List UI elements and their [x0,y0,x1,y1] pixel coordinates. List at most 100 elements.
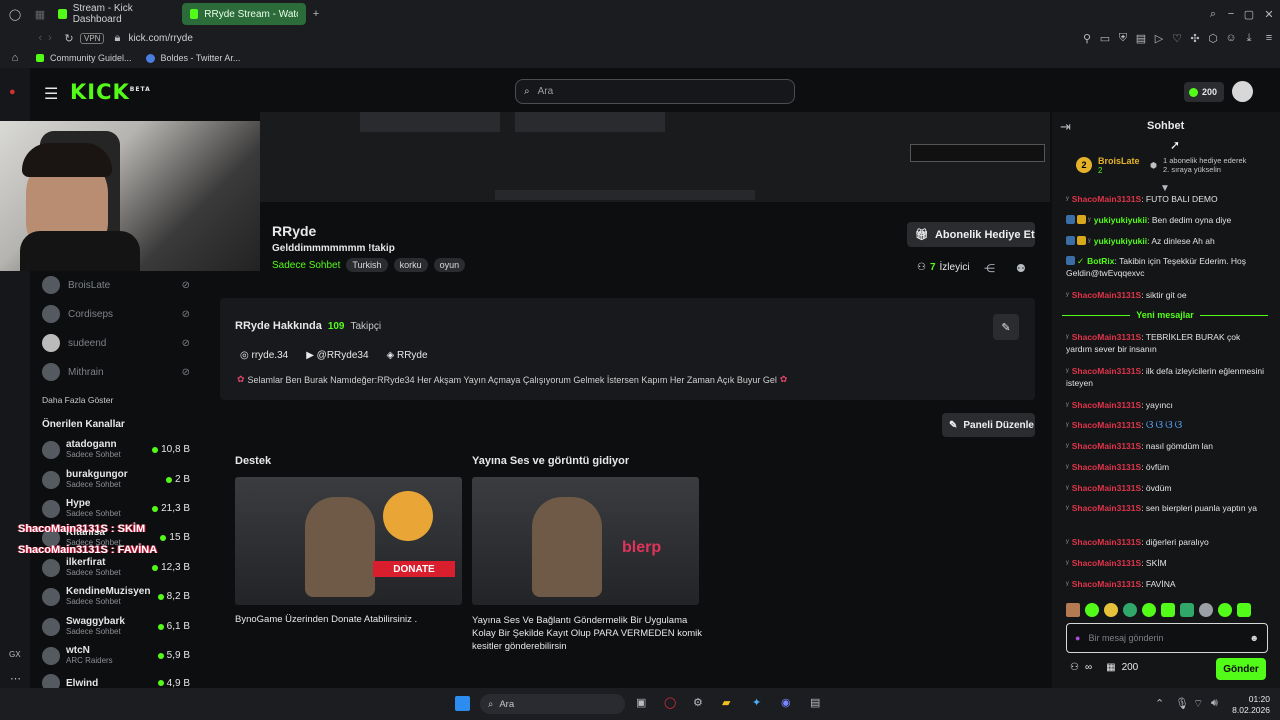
emote-icon[interactable] [1104,603,1118,617]
vpn-badge[interactable]: VPN [80,32,105,44]
tab-rryde-stream[interactable]: RRyde Stream - Watch Li [182,3,306,25]
points-badge[interactable]: 200 [1184,82,1224,102]
emote-icon[interactable] [1123,603,1137,617]
gift-sub-button[interactable]: 🎁︎ Abonelik Hediye Et [907,222,1035,247]
url-field[interactable]: kick.com/rryde [128,33,192,44]
emote-icon[interactable] [1085,603,1099,617]
reload-icon[interactable]: ↻ [58,32,80,45]
folder-icon[interactable]: ▰ [722,696,730,709]
start-icon[interactable] [455,696,470,711]
emoji-icon[interactable]: ☻ [1250,633,1259,643]
tag-pill[interactable]: Turkish [346,258,388,272]
kick-logo[interactable]: KICKBETA [70,80,151,104]
hamburger-menu-icon[interactable]: ☰ [44,84,58,104]
emote-icon[interactable] [1199,603,1213,617]
user-avatar[interactable] [1232,81,1253,102]
more-icon[interactable]: ⋯ [10,672,21,685]
link-icon[interactable]: ∞ [1085,662,1092,673]
emote-icon[interactable] [1161,603,1175,617]
donate-panel-image[interactable]: DONATE [235,477,462,605]
recommended-channel[interactable]: ilkerfirat Sadece Sohbet 12,3 B [42,557,190,578]
opera-icon[interactable]: ◯ [664,696,676,709]
search-tabs-icon[interactable]: ⌕ [1204,8,1222,21]
edit-about-button[interactable]: ✎ [993,314,1019,340]
recommended-channel[interactable]: Hype Sadece Sohbet 21,3 B [42,498,190,519]
tag-pill[interactable]: oyun [433,258,466,272]
maximize-icon[interactable]: ▢ [1240,8,1258,21]
pin-icon[interactable]: ⚲ [1078,32,1096,45]
emote-icon[interactable] [1218,603,1232,617]
close-window-icon[interactable]: ✕ [1258,8,1280,21]
app-icon[interactable]: ✦ [752,696,761,709]
profile-icon[interactable]: ☺ [1222,32,1240,44]
sidebar-followed-item[interactable]: Cordiseps ⊘ [42,305,190,323]
mic-icon[interactable]: 🎙︎ [1175,697,1189,710]
recommended-channel[interactable]: Swaggybark Sadece Sohbet 6,1 B [42,616,190,637]
minimize-icon[interactable]: − [1222,8,1240,20]
send-button[interactable]: Gönder [1216,658,1266,680]
new-tab-icon[interactable]: + [306,8,326,20]
tag-pill[interactable]: korku [393,258,428,272]
heart-icon[interactable]: ♡ [1168,32,1186,45]
emote-icon[interactable] [1237,603,1251,617]
sidebar-followed-item[interactable]: sudeend ⊘ [42,334,190,352]
back-icon[interactable]: ‹ [0,32,42,44]
play-icon[interactable]: ▷ [1150,32,1168,45]
workspaces-icon[interactable]: ▦ [30,8,50,21]
tray-chevron-icon[interactable]: ⌃ [1155,697,1164,710]
streamer-shirt [20,231,140,271]
discord-icon[interactable]: ◉ [781,696,791,709]
wifi-icon[interactable]: ⌔ [1193,697,1203,711]
recommended-channel[interactable]: wtcN ARC Raiders 5,9 B [42,645,190,666]
easy-setup-icon[interactable]: ⌂ [0,52,30,64]
discord-link[interactable]: ◈ RRyde [387,350,428,361]
edit-panels-button[interactable]: ✎ Paneli Düzenle [942,413,1035,437]
menu-icon[interactable]: ≡ [1258,32,1280,44]
youtube-link[interactable]: ▶ @RRyde34 [306,350,368,361]
sidebar-followed-item[interactable]: BroisLate ⊘ [42,276,190,294]
chat-input[interactable]: ● Bir mesaj gönderin ☻ [1066,623,1268,653]
bookmark-community[interactable]: Community Guidel... [50,53,132,63]
channel-name[interactable]: RRyde [272,223,316,239]
bookmark-boldes[interactable]: Boldes - Twitter Ar... [161,53,241,63]
leaderboard-pin[interactable]: 2 BroisLate 2 ⬢ 1 abonelik hediye ederek… [1060,148,1274,182]
collapse-chat-icon[interactable]: ⇥ [1060,119,1071,135]
clock[interactable]: 01:20 8.02.2026 [1232,694,1270,716]
sidebar-followed-item[interactable]: Mithrain ⊘ [42,363,190,381]
show-more-link[interactable]: Daha Fazla Göster [42,395,113,405]
sub-badge-icon [1077,215,1086,224]
volume-icon[interactable]: 🔊︎ [1211,697,1218,710]
gx-icon[interactable]: GX [9,650,21,659]
share-icon[interactable]: ⋲ [984,262,995,275]
chat-message: ʸ ShacoMain3131S: FAVİNA [1066,579,1176,589]
category-link[interactable]: Sadece Sohbet [272,260,340,271]
shield-icon[interactable]: ⛨ [1114,32,1132,45]
opera-logo-icon[interactable]: ◯ [0,8,30,21]
user-icon[interactable]: ⚉ [1016,262,1026,275]
task-view-icon[interactable]: ▣ [636,696,646,709]
download-icon[interactable]: ⤓ [1240,32,1258,45]
recommended-channel[interactable]: atadogann Sadece Sohbet 10,8 B [42,439,190,460]
app-icon[interactable]: ▤ [810,696,820,709]
search-input[interactable]: ⌕ Ara [515,79,795,104]
taskbar-search[interactable]: ⌕ Ara [480,694,625,714]
recommended-channel[interactable]: burakgungor Sadece Sohbet 2 B [42,469,190,490]
forward-icon[interactable]: › [42,32,58,44]
emote-icon[interactable] [1180,603,1194,617]
chat-message: ʸ yukiyukiyukii: Ben dedim oyna diye [1066,214,1266,226]
extensions-icon[interactable]: ✣ [1186,32,1204,45]
tab-kick-dashboard[interactable]: Stream - Kick Dashboard [50,3,178,25]
emote-icon[interactable] [1066,603,1080,617]
instagram-link[interactable]: ◎ rryde.34 [240,350,288,361]
box-icon[interactable]: ⬡ [1204,32,1222,45]
music-icon[interactable]: ● [9,86,16,98]
stream-video[interactable] [260,112,1050,202]
recommended-channel[interactable]: KendineMuzisyen Sadece Sohbet 8,2 B [42,586,190,607]
wallet-icon[interactable]: ▤ [1132,32,1150,45]
blerp-panel-image[interactable]: blerp [472,477,699,605]
offline-icon: ⊘ [181,366,190,378]
settings-app-icon[interactable]: ⚙ [693,696,703,709]
snapshot-icon[interactable]: ▭ [1096,32,1114,45]
emote-icon[interactable] [1142,603,1156,617]
users-icon[interactable]: ⚇ [1070,662,1079,673]
